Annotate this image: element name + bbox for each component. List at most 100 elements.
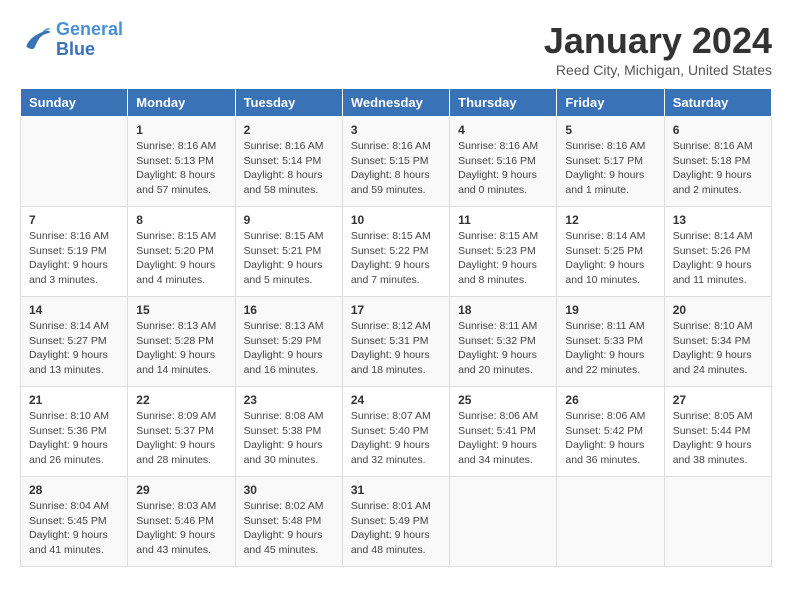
calendar-cell: 19Sunrise: 8:11 AM Sunset: 5:33 PM Dayli… [557, 297, 664, 387]
calendar-cell: 2 Sunrise: 8:16 AM Sunset: 5:14 PM Daylig… [235, 117, 342, 207]
day-number: 30 [244, 483, 334, 497]
day-info: Sunrise: 8:08 AM Sunset: 5:38 PM Dayligh… [244, 409, 334, 468]
day-number: 6 [673, 123, 763, 137]
day-info: Sunrise: 8:16 AM Sunset: 5:15 PM Dayligh… [351, 139, 441, 198]
day-number: 3 [351, 123, 441, 137]
calendar-week-4: 21 Sunrise: 8:10 AM Sunset: 5:36 PM Dayli… [21, 387, 772, 477]
day-info: Sunrise: 8:15 AM Sunset: 5:21 PM Dayligh… [244, 229, 334, 288]
day-info: Sunrise: 8:15 AM Sunset: 5:23 PM Dayligh… [458, 229, 548, 288]
calendar-cell: 15 Sunrise: 8:13 AM Sunset: 5:28 PM Dayli… [128, 297, 235, 387]
calendar-table: SundayMondayTuesdayWednesdayThursdayFrid… [20, 88, 772, 567]
header-cell-wednesday: Wednesday [342, 89, 449, 117]
day-info: Sunrise: 8:06 AM Sunset: 5:42 PM Dayligh… [565, 409, 655, 468]
day-number: 4 [458, 123, 548, 137]
calendar-cell [664, 477, 771, 567]
calendar-cell: 1 Sunrise: 8:16 AM Sunset: 5:13 PM Daylig… [128, 117, 235, 207]
calendar-cell: 17Sunrise: 8:12 AM Sunset: 5:31 PM Dayli… [342, 297, 449, 387]
day-info: Sunrise: 8:14 AM Sunset: 5:27 PM Dayligh… [29, 319, 119, 378]
day-info: Sunrise: 8:03 AM Sunset: 5:46 PM Dayligh… [136, 499, 226, 558]
calendar-cell: 16 Sunrise: 8:13 AM Sunset: 5:29 PM Dayli… [235, 297, 342, 387]
day-number: 17 [351, 303, 441, 317]
title-block: January 2024 Reed City, Michigan, United… [544, 20, 772, 78]
day-info: Sunrise: 8:16 AM Sunset: 5:14 PM Dayligh… [244, 139, 334, 198]
logo-icon [20, 24, 52, 56]
day-number: 29 [136, 483, 226, 497]
calendar-body: 1 Sunrise: 8:16 AM Sunset: 5:13 PM Daylig… [21, 117, 772, 567]
day-number: 27 [673, 393, 763, 407]
day-number: 16 [244, 303, 334, 317]
calendar-cell: 3 Sunrise: 8:16 AM Sunset: 5:15 PM Daylig… [342, 117, 449, 207]
header-cell-thursday: Thursday [450, 89, 557, 117]
calendar-week-3: 14 Sunrise: 8:14 AM Sunset: 5:27 PM Dayli… [21, 297, 772, 387]
header-cell-saturday: Saturday [664, 89, 771, 117]
calendar-cell: 26Sunrise: 8:06 AM Sunset: 5:42 PM Dayli… [557, 387, 664, 477]
calendar-subtitle: Reed City, Michigan, United States [544, 62, 772, 78]
day-number: 28 [29, 483, 119, 497]
calendar-cell: 13 Sunrise: 8:14 AM Sunset: 5:26 PM Dayli… [664, 207, 771, 297]
day-info: Sunrise: 8:14 AM Sunset: 5:26 PM Dayligh… [673, 229, 763, 288]
calendar-cell [557, 477, 664, 567]
calendar-cell: 7Sunrise: 8:16 AM Sunset: 5:19 PM Daylig… [21, 207, 128, 297]
calendar-cell: 9 Sunrise: 8:15 AM Sunset: 5:21 PM Daylig… [235, 207, 342, 297]
day-number: 15 [136, 303, 226, 317]
day-info: Sunrise: 8:07 AM Sunset: 5:40 PM Dayligh… [351, 409, 441, 468]
logo: General Blue [20, 20, 123, 60]
calendar-cell [21, 117, 128, 207]
calendar-cell: 20Sunrise: 8:10 AM Sunset: 5:34 PM Dayli… [664, 297, 771, 387]
day-number: 21 [29, 393, 119, 407]
day-info: Sunrise: 8:09 AM Sunset: 5:37 PM Dayligh… [136, 409, 226, 468]
day-info: Sunrise: 8:06 AM Sunset: 5:41 PM Dayligh… [458, 409, 548, 468]
day-number: 11 [458, 213, 548, 227]
calendar-week-2: 7Sunrise: 8:16 AM Sunset: 5:19 PM Daylig… [21, 207, 772, 297]
calendar-title: January 2024 [544, 20, 772, 62]
header-cell-sunday: Sunday [21, 89, 128, 117]
day-info: Sunrise: 8:16 AM Sunset: 5:13 PM Dayligh… [136, 139, 226, 198]
day-number: 24 [351, 393, 441, 407]
calendar-cell: 4 Sunrise: 8:16 AM Sunset: 5:16 PM Daylig… [450, 117, 557, 207]
calendar-week-5: 28 Sunrise: 8:04 AM Sunset: 5:45 PM Dayli… [21, 477, 772, 567]
day-info: Sunrise: 8:13 AM Sunset: 5:28 PM Dayligh… [136, 319, 226, 378]
day-info: Sunrise: 8:14 AM Sunset: 5:25 PM Dayligh… [565, 229, 655, 288]
day-info: Sunrise: 8:16 AM Sunset: 5:16 PM Dayligh… [458, 139, 548, 198]
day-info: Sunrise: 8:15 AM Sunset: 5:20 PM Dayligh… [136, 229, 226, 288]
day-info: Sunrise: 8:16 AM Sunset: 5:17 PM Dayligh… [565, 139, 655, 198]
day-number: 20 [673, 303, 763, 317]
day-number: 14 [29, 303, 119, 317]
calendar-cell: 12 Sunrise: 8:14 AM Sunset: 5:25 PM Dayli… [557, 207, 664, 297]
logo-text: General Blue [56, 20, 123, 60]
calendar-cell: 31Sunrise: 8:01 AM Sunset: 5:49 PM Dayli… [342, 477, 449, 567]
day-info: Sunrise: 8:05 AM Sunset: 5:44 PM Dayligh… [673, 409, 763, 468]
calendar-cell [450, 477, 557, 567]
header-cell-tuesday: Tuesday [235, 89, 342, 117]
day-info: Sunrise: 8:02 AM Sunset: 5:48 PM Dayligh… [244, 499, 334, 558]
day-info: Sunrise: 8:10 AM Sunset: 5:36 PM Dayligh… [29, 409, 119, 468]
calendar-cell: 22 Sunrise: 8:09 AM Sunset: 5:37 PM Dayli… [128, 387, 235, 477]
day-number: 12 [565, 213, 655, 227]
day-number: 2 [244, 123, 334, 137]
calendar-cell: 24 Sunrise: 8:07 AM Sunset: 5:40 PM Dayli… [342, 387, 449, 477]
day-number: 25 [458, 393, 548, 407]
day-number: 8 [136, 213, 226, 227]
day-number: 1 [136, 123, 226, 137]
day-number: 22 [136, 393, 226, 407]
day-number: 9 [244, 213, 334, 227]
day-number: 23 [244, 393, 334, 407]
calendar-cell: 10Sunrise: 8:15 AM Sunset: 5:22 PM Dayli… [342, 207, 449, 297]
header-cell-monday: Monday [128, 89, 235, 117]
calendar-cell: 23 Sunrise: 8:08 AM Sunset: 5:38 PM Dayli… [235, 387, 342, 477]
calendar-cell: 25 Sunrise: 8:06 AM Sunset: 5:41 PM Dayli… [450, 387, 557, 477]
calendar-week-1: 1 Sunrise: 8:16 AM Sunset: 5:13 PM Daylig… [21, 117, 772, 207]
day-number: 18 [458, 303, 548, 317]
day-number: 13 [673, 213, 763, 227]
day-number: 31 [351, 483, 441, 497]
day-info: Sunrise: 8:11 AM Sunset: 5:32 PM Dayligh… [458, 319, 548, 378]
day-info: Sunrise: 8:04 AM Sunset: 5:45 PM Dayligh… [29, 499, 119, 558]
day-number: 5 [565, 123, 655, 137]
calendar-cell: 6Sunrise: 8:16 AM Sunset: 5:18 PM Daylig… [664, 117, 771, 207]
day-info: Sunrise: 8:11 AM Sunset: 5:33 PM Dayligh… [565, 319, 655, 378]
header-cell-friday: Friday [557, 89, 664, 117]
day-number: 10 [351, 213, 441, 227]
calendar-cell: 28 Sunrise: 8:04 AM Sunset: 5:45 PM Dayli… [21, 477, 128, 567]
day-number: 7 [29, 213, 119, 227]
day-info: Sunrise: 8:13 AM Sunset: 5:29 PM Dayligh… [244, 319, 334, 378]
